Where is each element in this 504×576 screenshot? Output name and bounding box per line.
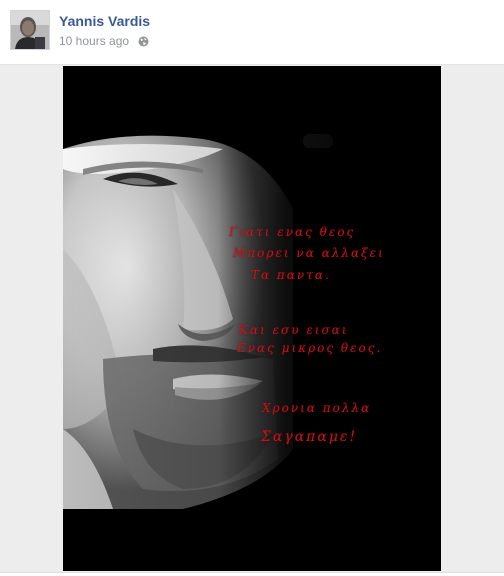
post-header: Yannis Vardis 10 hours ago [0, 0, 504, 64]
feed-post: Yannis Vardis 10 hours ago Γιατι ενας θε… [0, 0, 504, 576]
poem-line-5: Ενας μικρος θεος. [237, 341, 383, 355]
poem-line-7: Σαγαπαμε! [261, 429, 358, 445]
divider [0, 572, 504, 573]
poem-line-6: Χρονια πολλα [262, 401, 372, 415]
poem-line-4: Και εσυ εισαι [239, 323, 349, 337]
poem-line-1: Γιατι ενας θεος [229, 225, 356, 239]
author-name-link[interactable]: Yannis Vardis [59, 13, 150, 29]
photo-image: Γιατι ενας θεος Μπορει να αλλαξει Τα παν… [63, 129, 408, 509]
face-image [63, 129, 408, 509]
poem-line-2: Μπορει να αλλαξει [233, 246, 385, 260]
post-media-area: Γιατι ενας θεος Μπορει να αλλαξει Τα παν… [0, 64, 504, 572]
post-timestamp[interactable]: 10 hours ago [59, 34, 129, 48]
poem-line-3: Τα παντα. [251, 268, 331, 282]
avatar[interactable] [10, 10, 50, 50]
post-photo[interactable]: Γιατι ενας θεος Μπορει να αλλαξει Τα παν… [63, 66, 441, 571]
globe-icon[interactable] [138, 36, 149, 50]
avatar-image [11, 11, 49, 49]
post-meta: 10 hours ago [59, 34, 149, 50]
